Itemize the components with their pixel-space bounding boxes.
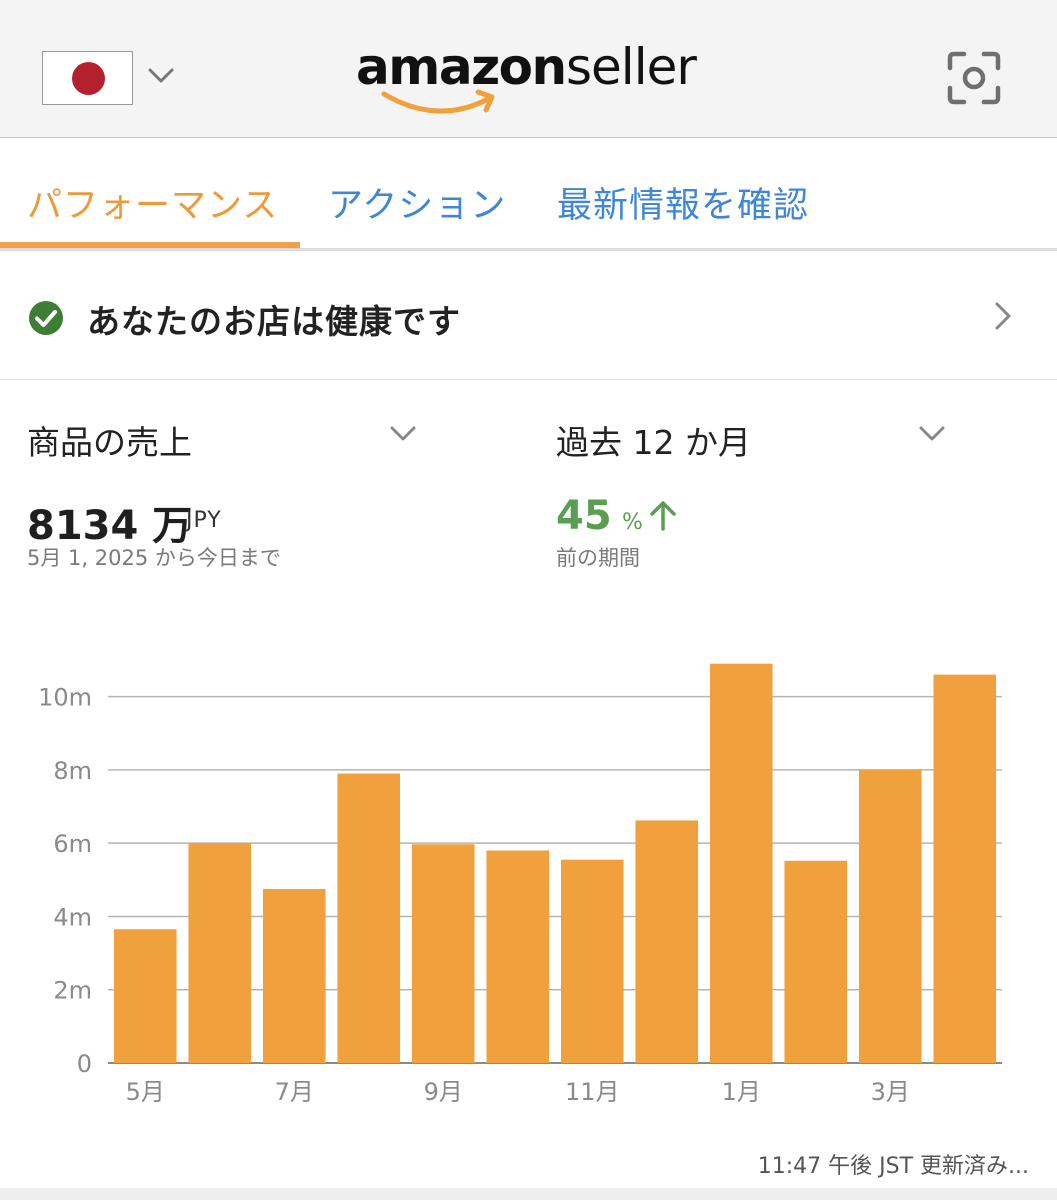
chart-bar bbox=[933, 674, 997, 1063]
tab-bar: パフォーマンス アクション 最新情報を確認 bbox=[0, 145, 1057, 251]
change-percent-value: 45 bbox=[556, 493, 612, 539]
x-tick-label: 1月 bbox=[722, 1078, 761, 1106]
x-tick-label: 5月 bbox=[126, 1078, 165, 1106]
chart-bar bbox=[858, 769, 922, 1063]
chevron-right-icon[interactable] bbox=[990, 299, 1016, 333]
logo-seller-text: seller bbox=[566, 38, 697, 96]
y-tick-label: 4m bbox=[53, 903, 92, 931]
y-tick-label: 2m bbox=[53, 977, 92, 1005]
amazon-smile-icon bbox=[381, 89, 495, 114]
chevron-down-icon[interactable] bbox=[388, 422, 418, 446]
chart-bar bbox=[113, 929, 177, 1063]
health-status-text: あなたのお店は健康です bbox=[87, 302, 461, 341]
period-selector[interactable]: 過去 12 か月 bbox=[556, 416, 751, 464]
x-tick-label: 3月 bbox=[871, 1078, 910, 1106]
chart-bar bbox=[411, 844, 475, 1063]
active-tab-indicator bbox=[0, 242, 300, 248]
bottom-bar bbox=[0, 1188, 1057, 1200]
chart-bar bbox=[337, 773, 401, 1063]
sales-bar-chart: 0 2m 4m 6m 8m 10m 5月 7月 9月 11月 1月 3月 bbox=[38, 663, 1002, 1106]
x-tick-label: 7月 bbox=[275, 1078, 314, 1106]
chart-bar bbox=[709, 663, 773, 1063]
last-updated-text: 11:47 午後 JST 更新済み... bbox=[757, 1154, 1029, 1179]
y-tick-label: 10m bbox=[38, 684, 92, 712]
amazon-seller-logo: amazon seller bbox=[356, 38, 706, 118]
check-circle-icon bbox=[29, 301, 63, 335]
chart-bar bbox=[262, 888, 326, 1063]
change-caption: 前の期間 bbox=[556, 546, 640, 570]
chart-bar bbox=[486, 850, 550, 1063]
app-header: amazon seller bbox=[0, 0, 1057, 138]
x-tick-label: 11月 bbox=[565, 1078, 620, 1106]
chart-bar bbox=[188, 843, 252, 1063]
y-tick-label: 8m bbox=[53, 757, 92, 785]
flag-sun bbox=[72, 62, 105, 95]
sales-date-range: 5月 1, 2025 から今日まで bbox=[27, 546, 281, 570]
tab-news[interactable]: 最新情報を確認 bbox=[557, 177, 809, 228]
x-tick-label: 9月 bbox=[424, 1078, 463, 1106]
tab-actions[interactable]: アクション bbox=[328, 177, 506, 228]
sales-currency: JPY bbox=[186, 508, 222, 533]
metric-selector[interactable]: 商品の売上 bbox=[27, 416, 192, 464]
scan-icon[interactable] bbox=[946, 50, 1002, 106]
y-tick-label: 0 bbox=[77, 1050, 92, 1078]
chevron-down-icon[interactable] bbox=[917, 422, 947, 446]
account-health-row[interactable]: あなたのお店は健康です bbox=[0, 253, 1057, 380]
chart-bar bbox=[784, 860, 848, 1063]
arrow-up-icon bbox=[650, 501, 676, 531]
chevron-down-icon[interactable] bbox=[146, 64, 176, 88]
y-tick-label: 6m bbox=[53, 830, 92, 858]
tab-performance[interactable]: パフォーマンス bbox=[27, 177, 278, 228]
japan-flag-icon[interactable] bbox=[42, 51, 133, 105]
chart-bar bbox=[560, 859, 624, 1063]
chart-bar bbox=[635, 820, 699, 1063]
change-percent-unit: % bbox=[622, 510, 643, 535]
